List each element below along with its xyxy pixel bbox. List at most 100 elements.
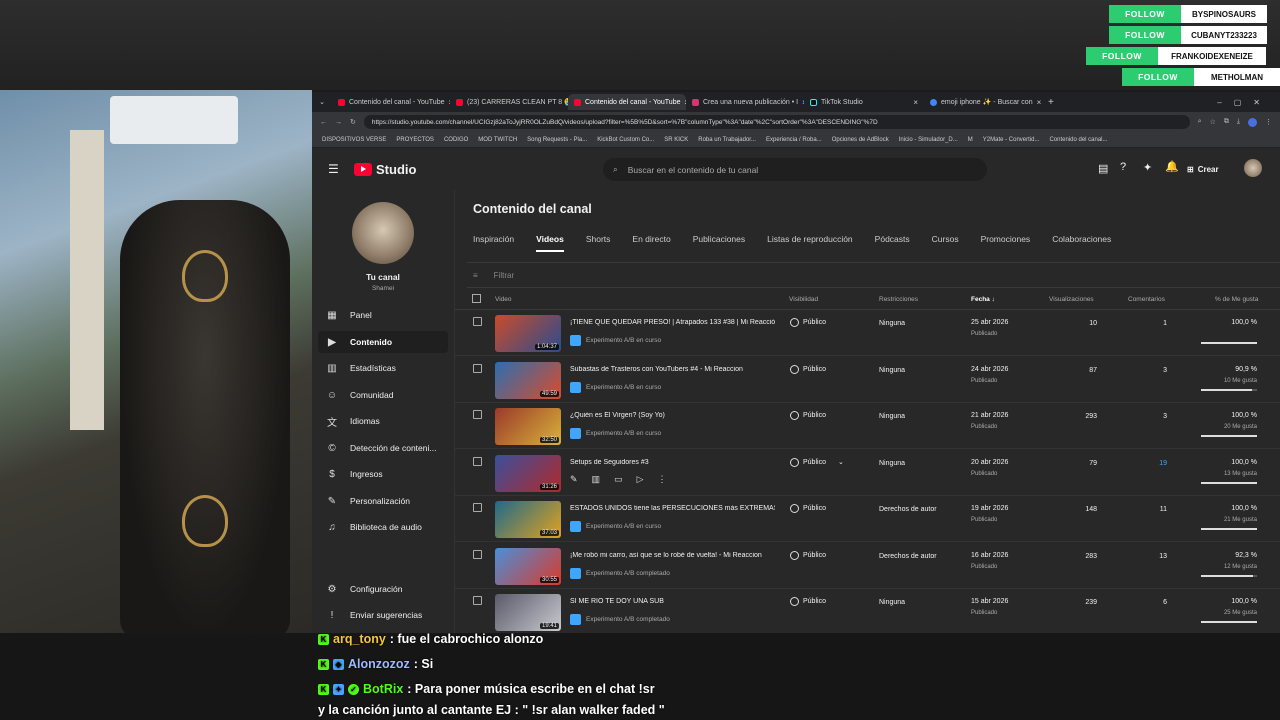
browser-tab[interactable]: emoji iphone ✨ - Buscar con × — [924, 94, 1042, 110]
table-row[interactable]: 1:04:37 ¡TIENE QUE QUEDAR PRESO! | Atrapa… — [455, 310, 1280, 356]
profile-icon[interactable] — [1248, 117, 1257, 127]
bookmark[interactable]: CODIGO — [444, 137, 468, 143]
video-thumbnail[interactable]: 49:59 — [495, 361, 561, 399]
video-thumbnail[interactable]: 37:03 — [495, 501, 561, 538]
sidebar-item-earn[interactable]: $ Ingresos — [318, 463, 448, 485]
sidebar-item-panel[interactable]: ▦ Panel — [318, 304, 448, 326]
row-checkbox[interactable] — [473, 456, 482, 466]
visibility-selector[interactable]: Público — [790, 550, 826, 560]
browser-tab-active[interactable]: Contenido del canal - YouTube× — [568, 94, 686, 110]
sidebar-item-content-detection[interactable]: © Detección de conteni... — [318, 437, 448, 459]
sidebar-item-content[interactable]: ▶ Contenido — [318, 331, 448, 353]
account-avatar[interactable] — [1244, 159, 1262, 177]
bookmark[interactable]: Contenido del canal... — [1049, 137, 1107, 143]
search-input[interactable]: ⌕ Buscar en el contenido de tu canal — [603, 158, 987, 181]
sidebar-item-audio-library[interactable]: ♫ Biblioteca de audio — [318, 516, 448, 538]
tab-live[interactable]: En directo — [632, 234, 670, 252]
back-icon[interactable]: ← — [320, 119, 327, 126]
forward-icon[interactable]: → — [335, 119, 342, 126]
tab-posts[interactable]: Publicaciones — [693, 234, 745, 252]
visibility-selector[interactable]: Público ⌄ — [790, 457, 844, 467]
analytics-icon[interactable]: ▥ — [592, 474, 601, 485]
download-icon[interactable]: ⤓ — [1237, 118, 1240, 126]
video-thumbnail[interactable]: 31:26 — [495, 454, 561, 492]
bookmark[interactable]: PROYECTOS — [396, 137, 434, 143]
video-title[interactable]: Subastas de Trasteros con YouTubers #4 -… — [570, 366, 775, 373]
video-title[interactable]: ¡TIENE QUE QUEDAR PRESO! | Atrapados 133… — [570, 319, 775, 326]
bookmark[interactable]: Opciones de AdBlock — [832, 137, 889, 143]
video-title[interactable]: Setups de Seguidores #3 — [570, 459, 775, 466]
column-date[interactable]: Fecha ↓ — [971, 296, 995, 303]
visibility-selector[interactable]: Público — [790, 318, 826, 327]
filter-bar[interactable]: ≡ Filtrar — [467, 262, 1280, 288]
edit-icon[interactable]: ✎ — [570, 474, 578, 485]
sidebar-item-settings[interactable]: ⚙ Configuración — [318, 578, 448, 600]
reload-icon[interactable]: ↻ — [350, 118, 356, 126]
browser-tab[interactable]: TikTok Studio × — [804, 94, 924, 110]
comments-count[interactable]: 3 — [1163, 367, 1167, 374]
comments-count[interactable]: 3 — [1163, 413, 1167, 420]
table-row[interactable]: 32:50 ¿Quién es El Virgen? (Soy Yo) Experi… — [455, 403, 1280, 449]
help-icon[interactable]: ? — [1120, 161, 1126, 173]
bookmark[interactable]: DISPOSITIVOS VERSE — [322, 137, 386, 143]
video-title[interactable]: SI ME RÍO TE DOY UNA SUB — [570, 598, 775, 605]
visibility-selector[interactable]: Público — [790, 504, 826, 513]
column-likes[interactable]: % de Me gusta — [1215, 296, 1258, 303]
comments-count[interactable]: 11 — [1160, 506, 1167, 513]
column-views[interactable]: Visualizaciones — [1049, 296, 1094, 303]
channel-avatar[interactable] — [352, 202, 414, 264]
new-tab-icon[interactable]: + — [1048, 97, 1054, 108]
column-comments[interactable]: Comentarios — [1128, 296, 1165, 303]
sidebar-item-feedback[interactable]: ! Enviar sugerencias — [318, 604, 448, 626]
tab-videos[interactable]: Videos — [536, 234, 564, 252]
bookmark[interactable]: Inicio - Simulador_D... — [899, 137, 958, 143]
column-restrictions[interactable]: Restricciones — [879, 296, 918, 303]
row-checkbox[interactable] — [473, 503, 482, 512]
url-input[interactable]: https://studio.youtube.com/channel/UCIGz… — [363, 115, 1190, 129]
visibility-selector[interactable]: Público — [790, 364, 826, 374]
bookmark[interactable]: KickBot Custom Co... — [597, 137, 654, 143]
window-controls[interactable]: –▢✕ — [1217, 98, 1272, 107]
video-thumbnail[interactable]: 30:55 — [495, 547, 561, 585]
close-icon[interactable]: × — [913, 98, 918, 107]
tab-collaborations[interactable]: Colaboraciones — [1052, 234, 1111, 252]
row-checkbox[interactable] — [473, 363, 482, 373]
video-title[interactable]: ¿Quién es El Virgen? (Soy Yo) — [570, 412, 775, 419]
bookmark-star-icon[interactable]: ☆ — [1210, 118, 1216, 126]
bookmark[interactable]: Y2Mate - Convertid... — [983, 137, 1040, 143]
table-row[interactable]: 30:55 ¡Me robó mi carro, así que se lo ro… — [455, 543, 1280, 589]
video-title[interactable]: ESTADOS UNIDOS tiene las PERSECUCIONES m… — [570, 505, 775, 512]
close-icon[interactable]: × — [1037, 98, 1042, 107]
tab-shorts[interactable]: Shorts — [586, 234, 611, 252]
bookmark[interactable]: Song Requests - Pla... — [527, 137, 587, 143]
bookmark[interactable]: SR KICK — [664, 137, 688, 143]
browser-tab[interactable]: (23) CARRERAS CLEAN PT 8 😭× — [450, 94, 568, 110]
row-checkbox[interactable] — [473, 410, 482, 419]
tab-promotions[interactable]: Promociones — [981, 234, 1031, 252]
comments-count[interactable]: 1 — [1163, 320, 1167, 327]
extensions-icon[interactable]: ⧉ — [1224, 118, 1229, 126]
studio-logo[interactable]: Studio — [354, 162, 416, 177]
notifications-icon[interactable]: 🔔 — [1165, 160, 1179, 173]
video-thumbnail[interactable]: 1:04:37 — [495, 315, 561, 352]
column-visibility[interactable]: Visibilidad — [789, 296, 818, 303]
bookmark[interactable]: M — [968, 137, 973, 143]
sidebar-item-customization[interactable]: ✎ Personalización — [318, 490, 448, 512]
youtube-icon[interactable]: ▷ — [637, 474, 644, 485]
browser-tab[interactable]: Crea una nueva publicación • I× — [686, 94, 804, 110]
tab-playlists[interactable]: Listas de reproducción — [767, 234, 853, 252]
sidebar-item-languages[interactable]: 文 Idiomas — [318, 410, 448, 432]
sidebar-item-community[interactable]: ☺ Comunidad — [318, 384, 448, 406]
select-all-checkbox[interactable] — [472, 294, 481, 303]
more-options-icon[interactable]: ⋮ — [658, 474, 667, 485]
comments-count[interactable]: 19 — [1159, 460, 1167, 467]
hamburger-menu-icon[interactable]: ☰ — [328, 162, 339, 176]
table-row[interactable]: 31:26 Setups de Seguidores #3 ✎ ▥ ▭ ▷ ⋮ Público… — [455, 450, 1280, 496]
zoom-icon[interactable]: ⌕ — [1198, 118, 1202, 126]
row-checkbox[interactable] — [473, 549, 482, 559]
tab-courses[interactable]: Cursos — [932, 234, 959, 252]
tab-inspiration[interactable]: Inspiración — [473, 234, 514, 252]
captions-icon[interactable]: ▤ — [1098, 162, 1108, 175]
create-button[interactable]: ⊞ Crear — [1187, 159, 1219, 179]
comments-count[interactable]: 13 — [1159, 553, 1167, 560]
